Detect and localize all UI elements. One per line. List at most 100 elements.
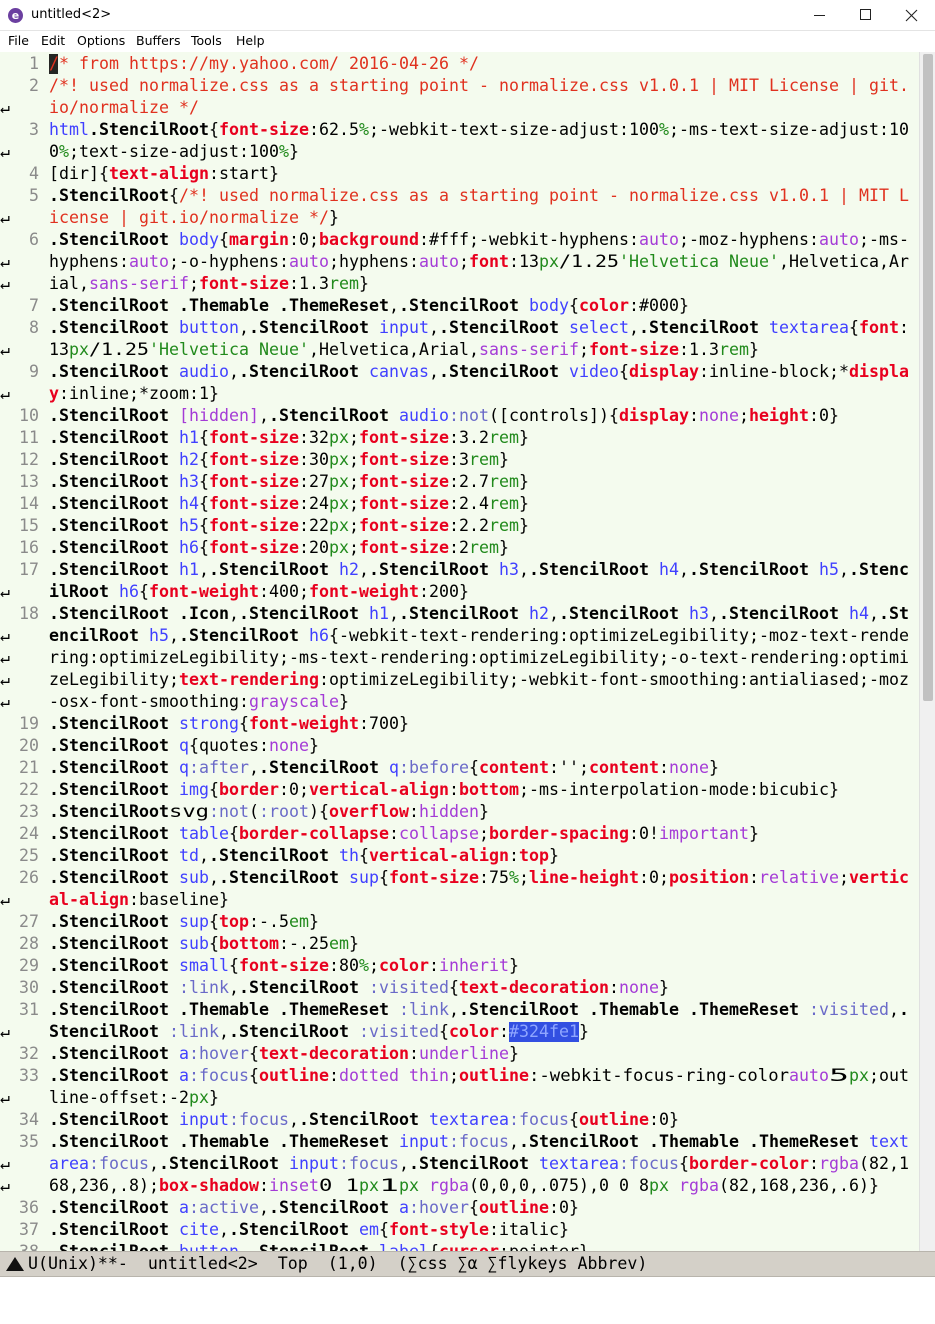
code-token: :baseline} [129, 890, 229, 909]
line-number: 26 [19, 868, 39, 887]
code-token: inset [269, 1176, 319, 1195]
code-token: font-size [359, 472, 449, 491]
code-token: , [239, 318, 249, 337]
line-number: 8 [29, 318, 39, 337]
code-token: h4 [179, 494, 199, 513]
wrap-arrow-icon: ↵ [0, 890, 10, 909]
code-token: px [69, 340, 89, 359]
code-token: font-size [199, 274, 289, 293]
code-token: :link [179, 978, 229, 997]
code-token: font-size [359, 516, 449, 535]
code-token: .StencilRoot [689, 560, 809, 579]
minimize-icon [814, 15, 825, 16]
code-token: , [249, 758, 259, 777]
minibuffer[interactable] [0, 1277, 935, 1299]
menu-buffers[interactable]: Buffers [136, 33, 180, 48]
code-token: vertical-align [309, 780, 449, 799]
line-number: 15 [19, 516, 39, 535]
menu-options[interactable]: Options [77, 33, 125, 48]
code-token: :0; [289, 230, 319, 249]
code-token: .StencilRoot [49, 802, 169, 821]
code-token: 13 [49, 340, 69, 359]
code-token: .St [879, 604, 909, 623]
code-token: } [579, 1022, 589, 1041]
line-number: 14 [19, 494, 39, 513]
code-token: % [279, 142, 289, 161]
code-token: box-shadow [159, 1176, 259, 1195]
code-token: } [499, 450, 509, 469]
code-token: , [509, 1132, 519, 1151]
code-token: { [169, 186, 179, 205]
code-token: :20 [299, 538, 329, 557]
code-token: { [209, 780, 219, 799]
code-token: ;out [869, 1066, 909, 1085]
code-token: auto [289, 252, 329, 271]
code-token: . [899, 1000, 909, 1019]
code-token: 0 [49, 142, 59, 161]
code-token: .StencilRoot [639, 318, 759, 337]
code-token: :inline;*zoom:1} [59, 384, 219, 403]
line-number: 10 [19, 406, 39, 425]
line-number: 2 [29, 76, 39, 95]
code-token: :-.25 [279, 934, 329, 953]
code-token: :400; [259, 582, 309, 601]
code-token: zeLegibility; [49, 670, 179, 689]
code-token: :''; [549, 758, 589, 777]
code-token: h4 [849, 604, 869, 623]
code-token: em [329, 934, 349, 953]
code-token: .StencilRoot [229, 1022, 349, 1041]
code-token: h3 [499, 560, 519, 579]
code-token: rem [489, 428, 519, 447]
code-token: img [179, 780, 209, 799]
code-token: StencilRoot [49, 1022, 159, 1041]
code-token: h2 [529, 604, 549, 623]
vertical-scrollbar[interactable] [919, 52, 935, 1251]
wrap-arrow-icon: ↵ [0, 142, 10, 161]
close-button[interactable] [889, 0, 935, 31]
code-token: [hidden] [179, 406, 259, 425]
code-token: , [289, 1110, 299, 1129]
code-token: :2.7 [449, 472, 489, 491]
code-token: none [619, 978, 659, 997]
code-token: outline [479, 1198, 549, 1217]
menu-help[interactable]: Help [236, 33, 265, 48]
code-token: { [199, 472, 209, 491]
code-token: } [659, 978, 669, 997]
code-token: , [709, 604, 719, 623]
code-token: text-decoration [259, 1044, 409, 1063]
code-token: px [329, 516, 349, 535]
menu-tools[interactable]: Tools [191, 33, 222, 48]
menu-file[interactable]: File [8, 33, 29, 48]
code-token: } [209, 1088, 219, 1107]
code-text-area[interactable]: 1 /* from https://my.yahoo.com/ 2016-04-2… [0, 52, 919, 1251]
scrollbar-thumb[interactable] [923, 54, 933, 702]
menu-edit[interactable]: Edit [41, 33, 65, 48]
line-number: 13 [19, 472, 39, 491]
code-token: .StencilRoot [519, 1132, 639, 1151]
code-token: line-height [529, 868, 639, 887]
code-token: :visited [809, 1000, 889, 1019]
code-token: % [59, 142, 69, 161]
code-token: px [329, 538, 349, 557]
maximize-button[interactable] [843, 0, 889, 31]
code-token: html [49, 120, 89, 139]
code-token: ; [459, 252, 469, 271]
code-token: font-size [209, 516, 299, 535]
code-token: .StencilRoot [49, 472, 169, 491]
code-token: :13 [509, 252, 539, 271]
code-token: input [289, 1154, 339, 1173]
code-token: border [219, 780, 279, 799]
code-editor[interactable]: 1 /* from https://my.yahoo.com/ 2016-04-2… [0, 52, 935, 1251]
code-token: body [179, 230, 219, 249]
line-number: 27 [19, 912, 39, 931]
code-token: } [479, 802, 489, 821]
code-token: ;-o-hyphens: [169, 252, 289, 271]
code-token: , [399, 1154, 409, 1173]
code-token: bottom [219, 934, 279, 953]
code-token: { [469, 1198, 479, 1217]
code-token: :30 [299, 450, 329, 469]
code-token: encilRoot [49, 626, 139, 645]
code-token: .StencilRoot [49, 362, 169, 381]
minimize-button[interactable] [797, 0, 843, 31]
code-token: content [589, 758, 659, 777]
